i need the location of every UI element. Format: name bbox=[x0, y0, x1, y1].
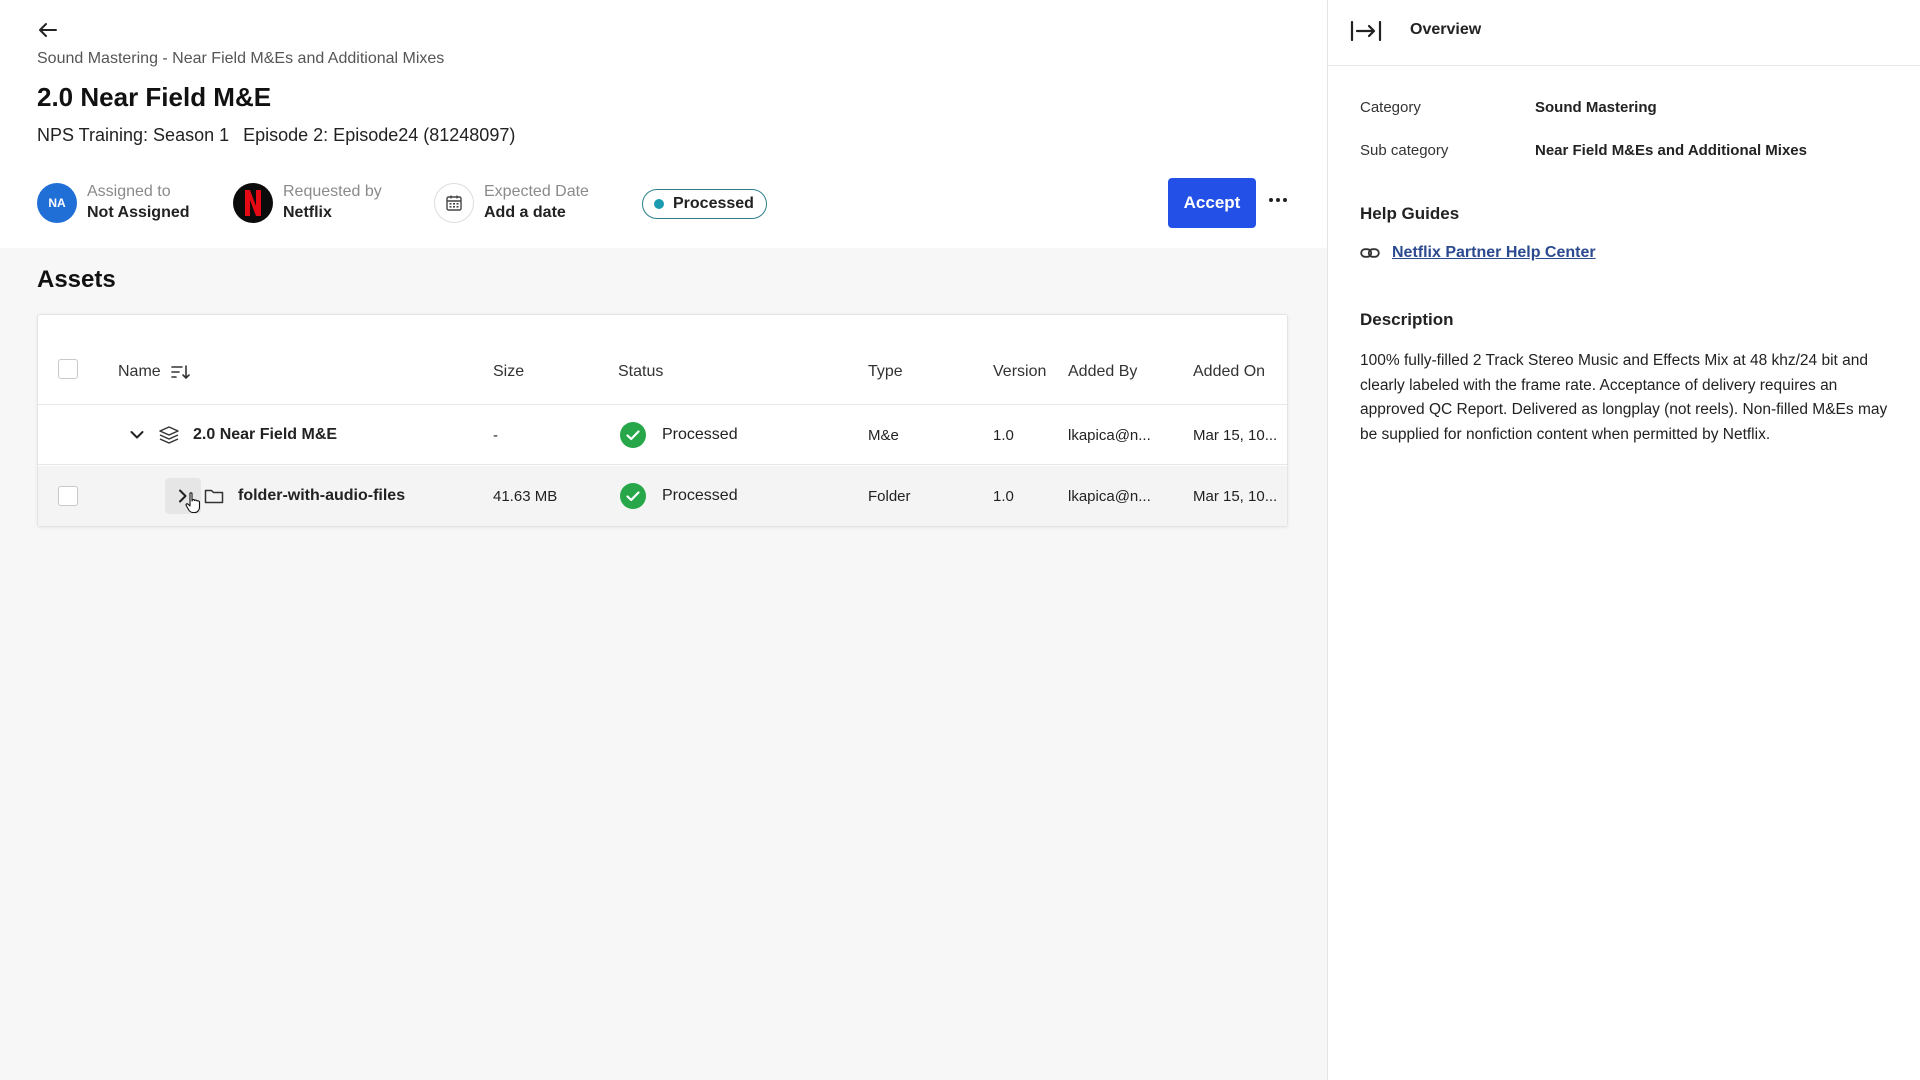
column-version[interactable]: Version bbox=[993, 363, 1046, 381]
page-title: 2.0 Near Field M&E bbox=[37, 82, 272, 112]
requested-by: Requested by Netflix bbox=[233, 182, 382, 224]
back-button[interactable] bbox=[34, 16, 62, 44]
more-options-button[interactable] bbox=[1262, 186, 1294, 214]
row-status-label: Processed bbox=[662, 426, 738, 443]
row-status: Processed bbox=[620, 405, 738, 465]
row-checkbox[interactable] bbox=[58, 486, 78, 506]
subcategory-value: Near Field M&Es and Additional Mixes bbox=[1535, 142, 1807, 159]
table-row[interactable]: 2.0 Near Field M&E - Processed M&e 1.0 l… bbox=[38, 405, 1287, 465]
row-type: Folder bbox=[868, 487, 911, 505]
row-type: M&e bbox=[868, 426, 899, 444]
row-status: Processed bbox=[620, 466, 738, 526]
expand-toggle[interactable] bbox=[165, 478, 201, 514]
overview-panel: Overview Category Sound Mastering Sub ca… bbox=[1327, 0, 1920, 1080]
main-content: Sound Mastering - Near Field M&Es and Ad… bbox=[0, 0, 1327, 1080]
more-horizontal-icon bbox=[1269, 198, 1287, 202]
row-version: 1.0 bbox=[993, 426, 1014, 444]
title-subtitle: NPS Training: Season 1 Episode 2: Episode… bbox=[37, 125, 515, 146]
assigned-to[interactable]: NA Assigned to Not Assigned bbox=[37, 182, 190, 224]
row-added-by: lkapica@n... bbox=[1068, 487, 1151, 505]
row-version: 1.0 bbox=[993, 487, 1014, 505]
table-row[interactable]: folder-with-audio-files 41.63 MB Process… bbox=[38, 466, 1287, 526]
help-center-link[interactable]: Netflix Partner Help Center bbox=[1360, 244, 1596, 262]
season-label: NPS Training: Season 1 bbox=[37, 125, 230, 145]
select-all-checkbox[interactable] bbox=[58, 359, 78, 379]
status-dot-icon bbox=[654, 199, 664, 209]
avatar: NA bbox=[37, 183, 77, 223]
requested-value: Netflix bbox=[283, 204, 332, 221]
check-circle-icon bbox=[620, 422, 646, 448]
layers-icon bbox=[159, 405, 179, 465]
requested-label: Requested by bbox=[283, 183, 382, 200]
row-size: - bbox=[493, 426, 498, 444]
netflix-logo bbox=[233, 183, 273, 223]
description-text: 100% fully-filled 2 Track Stereo Music a… bbox=[1360, 352, 1888, 443]
folder-icon bbox=[204, 466, 224, 526]
help-guides-heading: Help Guides bbox=[1360, 204, 1460, 223]
column-added-on[interactable]: Added On bbox=[1193, 363, 1265, 381]
link-icon bbox=[1360, 248, 1380, 258]
row-name[interactable]: folder-with-audio-files bbox=[238, 466, 405, 526]
arrow-left-icon bbox=[39, 23, 57, 37]
row-checkbox-cell bbox=[58, 466, 78, 526]
column-name-label: Name bbox=[118, 363, 161, 380]
collapse-panel-button[interactable] bbox=[1348, 16, 1384, 46]
column-status[interactable]: Status bbox=[618, 363, 663, 381]
assets-heading: Assets bbox=[37, 266, 116, 293]
column-name[interactable]: Name bbox=[118, 363, 191, 381]
category-label: Category bbox=[1360, 99, 1421, 116]
expand-toggle-cell bbox=[165, 466, 201, 526]
subcategory-label: Sub category bbox=[1360, 142, 1449, 159]
task-header: Sound Mastering - Near Field M&Es and Ad… bbox=[0, 0, 1327, 248]
expected-value: Add a date bbox=[484, 204, 566, 221]
calendar-icon bbox=[434, 183, 474, 223]
episode-label: Episode 2: Episode24 (81248097) bbox=[243, 125, 516, 145]
collapse-toggle[interactable] bbox=[130, 405, 144, 465]
assigned-value: Not Assigned bbox=[87, 204, 190, 221]
column-added-by[interactable]: Added By bbox=[1068, 363, 1137, 381]
chevron-down-icon bbox=[130, 431, 144, 439]
assigned-label: Assigned to bbox=[87, 183, 171, 200]
expected-date[interactable]: Expected Date Add a date bbox=[434, 182, 589, 224]
column-size[interactable]: Size bbox=[493, 363, 524, 381]
column-type[interactable]: Type bbox=[868, 363, 903, 381]
status-badge-label: Processed bbox=[673, 195, 754, 212]
breadcrumb: Sound Mastering - Near Field M&Es and Ad… bbox=[37, 50, 445, 67]
panel-header: Overview bbox=[1328, 0, 1920, 66]
accept-button[interactable]: Accept bbox=[1168, 178, 1256, 228]
assets-table: Name Size Status Type Version Added By A… bbox=[37, 314, 1288, 527]
row-added-on: Mar 15, 10... bbox=[1193, 426, 1278, 444]
check-circle-icon bbox=[620, 483, 646, 509]
expected-label: Expected Date bbox=[484, 183, 589, 200]
row-added-by: lkapica@n... bbox=[1068, 426, 1151, 444]
row-added-on: Mar 15, 10... bbox=[1193, 487, 1278, 505]
row-name[interactable]: 2.0 Near Field M&E bbox=[193, 405, 337, 465]
panel-title: Overview bbox=[1410, 21, 1482, 38]
collapse-panel-icon bbox=[1350, 21, 1382, 41]
category-value: Sound Mastering bbox=[1535, 99, 1657, 116]
row-status-label: Processed bbox=[662, 487, 738, 504]
row-size: 41.63 MB bbox=[493, 487, 558, 505]
sort-icon bbox=[170, 365, 190, 379]
help-center-link-label[interactable]: Netflix Partner Help Center bbox=[1392, 244, 1596, 262]
status-badge: Processed bbox=[642, 189, 767, 219]
description-heading: Description bbox=[1360, 310, 1454, 329]
chevron-right-icon bbox=[179, 489, 187, 503]
table-header: Name Size Status Type Version Added By A… bbox=[38, 315, 1287, 405]
